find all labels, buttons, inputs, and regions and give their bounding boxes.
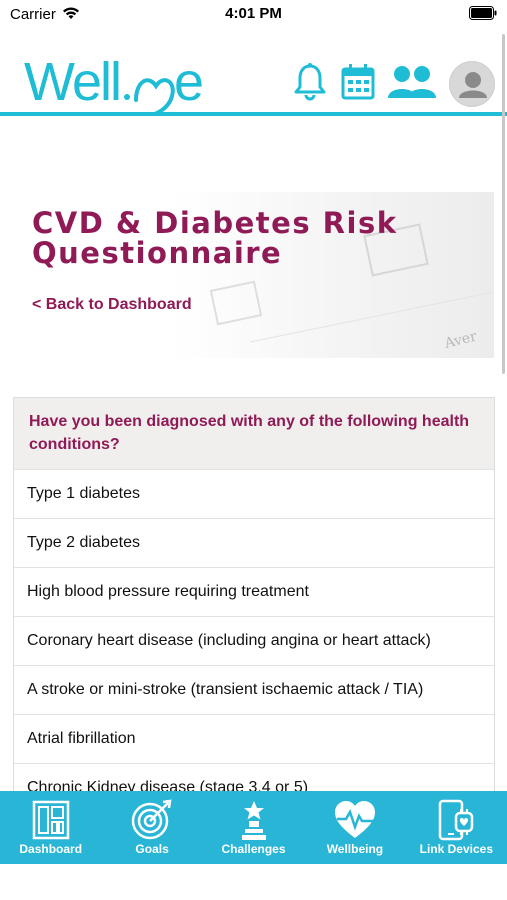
page-title: CVD & Diabetes Risk Questionnaire bbox=[32, 206, 398, 270]
people-icon[interactable] bbox=[386, 62, 438, 102]
trophy-icon bbox=[241, 801, 266, 840]
avatar[interactable] bbox=[449, 61, 495, 107]
status-time: 4:01 PM bbox=[225, 5, 282, 22]
nav-item-goals[interactable]: Goals bbox=[101, 791, 202, 864]
battery-icon bbox=[469, 6, 497, 20]
nav-item-challenges[interactable]: Challenges bbox=[203, 791, 304, 864]
nav-item-link-devices[interactable]: Link Devices bbox=[406, 791, 507, 864]
back-to-dashboard-link[interactable]: < Back to Dashboard bbox=[32, 296, 192, 314]
status-bar: Carrier 4:01 PM bbox=[0, 0, 507, 30]
header-divider bbox=[0, 112, 507, 116]
scrollbar[interactable] bbox=[502, 34, 505, 374]
option-coronary-heart-disease[interactable]: Coronary heart disease (including angina… bbox=[14, 617, 494, 666]
svg-text:e: e bbox=[174, 56, 204, 112]
devices-icon bbox=[439, 799, 474, 841]
logo-mark: Well e bbox=[24, 52, 204, 118]
question-card: Have you been diagnosed with any of the … bbox=[13, 397, 495, 797]
nav-label-link-devices: Link Devices bbox=[419, 842, 494, 856]
nav-label-wellbeing: Wellbeing bbox=[326, 842, 384, 856]
target-icon bbox=[131, 799, 172, 840]
question-header: Have you been diagnosed with any of the … bbox=[14, 398, 494, 470]
nav-label-goals: Goals bbox=[135, 842, 169, 856]
option-high-blood-pressure[interactable]: High blood pressure requiring treatment bbox=[14, 568, 494, 617]
bell-icon[interactable] bbox=[292, 62, 328, 102]
user-avatar-icon bbox=[459, 72, 487, 98]
svg-text:Well: Well bbox=[24, 56, 120, 112]
option-stroke[interactable]: A stroke or mini-stroke (transient ischa… bbox=[14, 666, 494, 715]
nav-label-dashboard: Dashboard bbox=[19, 842, 83, 856]
calendar-icon[interactable] bbox=[340, 62, 376, 102]
wellme-logo[interactable]: Well e bbox=[24, 52, 224, 118]
bottom-nav: Dashboard Goals Challenges Wellbeing Lin… bbox=[0, 791, 507, 864]
dashboard-icon bbox=[32, 800, 69, 840]
app-header: Well e bbox=[0, 50, 507, 120]
option-type-1-diabetes[interactable]: Type 1 diabetes bbox=[14, 470, 494, 519]
option-atrial-fibrillation[interactable]: Atrial fibrillation bbox=[14, 715, 494, 764]
option-type-2-diabetes[interactable]: Type 2 diabetes bbox=[14, 519, 494, 568]
nav-item-wellbeing[interactable]: Wellbeing bbox=[304, 791, 405, 864]
hero-background-word: Aver bbox=[442, 328, 479, 352]
nav-item-dashboard[interactable]: Dashboard bbox=[0, 791, 101, 864]
heart-pulse-icon bbox=[334, 801, 375, 838]
question-text: Have you been diagnosed with any of the … bbox=[29, 413, 470, 453]
nav-label-challenges: Challenges bbox=[221, 842, 286, 856]
